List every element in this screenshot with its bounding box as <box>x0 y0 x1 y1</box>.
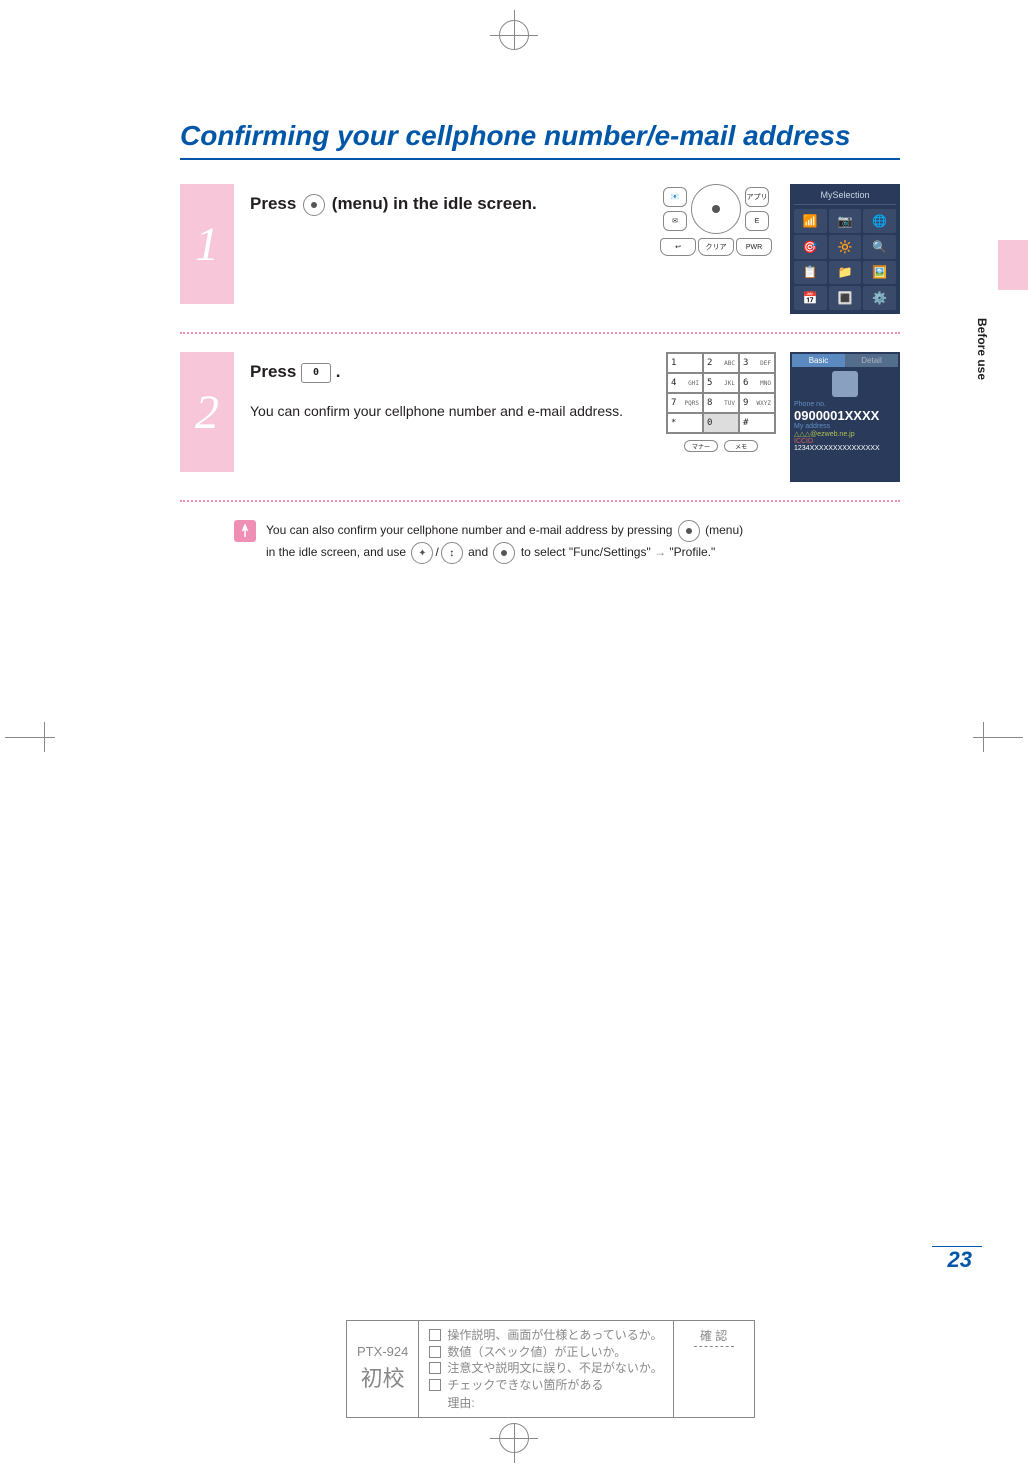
step-1-pre: Press <box>250 194 301 213</box>
proof-code: PTX-924 <box>357 1344 408 1359</box>
nav-updown-icon: ↕ <box>441 542 463 564</box>
arrow-icon: → <box>654 545 666 559</box>
step-2-text: Press 0 . You can confirm your cellphone… <box>250 352 650 422</box>
iccid-label: ICCID <box>792 438 898 445</box>
check-4: チェックできない箇所がある <box>447 1377 603 1394</box>
section-tab-marker <box>998 240 1028 290</box>
key-4: 4GHI <box>667 373 703 393</box>
nav-dial-icon <box>691 184 741 234</box>
tip-line2-pre: in the idle screen, and use <box>266 545 409 559</box>
register-mark-left <box>5 722 55 752</box>
checkbox-icon <box>429 1346 441 1358</box>
tip-line1-post: (menu) <box>705 523 743 537</box>
step-number-2: 2 <box>180 352 234 472</box>
key-star: * <box>667 413 703 433</box>
step-number-1: 1 <box>180 184 234 304</box>
menu-icon: 🌐 <box>863 209 896 233</box>
key-hash: # <box>739 413 775 433</box>
proof-stage: 初校 <box>361 1361 405 1393</box>
step-2-pre: Press <box>250 362 301 381</box>
menu-icon: 🎯 <box>794 235 827 259</box>
menu-icon: 🔍 <box>863 235 896 259</box>
menu-icon: 📶 <box>794 209 827 233</box>
menu-icon: 📋 <box>794 261 827 285</box>
tab-basic: Basic <box>792 354 845 367</box>
myselection-title: MySelection <box>794 188 896 205</box>
keypad-illustration: 1 2ABC 3DEF 4GHI 5JKL 6MNO 7PQRS 8TUV 9W… <box>666 352 776 482</box>
divider <box>180 500 900 502</box>
key-9: 9WXYZ <box>739 393 775 413</box>
checkbox-icon <box>429 1329 441 1341</box>
nav-btn-mid-right: E <box>745 211 769 231</box>
menu-icon: 📷 <box>829 209 862 233</box>
menu-icon: 🖼️ <box>863 261 896 285</box>
tip-icon <box>234 520 256 542</box>
check-1: 操作説明、画面が仕様とあっているか。 <box>447 1327 662 1344</box>
my-address-label: My address <box>792 423 898 430</box>
key-7: 7PQRS <box>667 393 703 413</box>
step-2-body: You can confirm your cellphone number an… <box>250 401 650 422</box>
nav-btn-clear: クリア <box>698 238 734 256</box>
center-key-icon <box>678 520 700 542</box>
tip-line1-pre: You can also confirm your cellphone numb… <box>266 523 676 537</box>
nav-btn-top-right: アプリ <box>745 187 769 207</box>
nav-btn-top-left: 📧 <box>663 187 687 207</box>
manner-button: マナー <box>684 440 718 452</box>
checkbox-icon <box>429 1362 441 1374</box>
key-1: 1 <box>667 353 703 373</box>
myselection-screen: MySelection 📶 📷 🌐 🎯 🔆 🔍 📋 📁 🖼️ 📅 🔳 ⚙️ <box>790 184 900 314</box>
section-tab-label: Before use <box>972 310 992 388</box>
key-8: 8TUV <box>703 393 739 413</box>
check-2: 数値（スペック値）が正しいか。 <box>447 1344 626 1361</box>
tip-note: You can also confirm your cellphone numb… <box>234 520 900 564</box>
tab-detail: Detail <box>845 354 898 367</box>
tip-line2-sel-pre: to select "Func/Settings" <box>521 545 654 559</box>
nav-dial-center <box>712 205 720 213</box>
page-title: Confirming your cellphone number/e-mail … <box>180 120 900 160</box>
menu-icon: ⚙️ <box>863 286 896 310</box>
checkbox-icon <box>429 1379 441 1391</box>
center-key-icon <box>303 194 325 216</box>
menu-icon: 🔳 <box>829 286 862 310</box>
menu-icon: 📅 <box>794 286 827 310</box>
check-3: 注意文や説明文に誤り、不足がないか。 <box>447 1360 662 1377</box>
phone-no-label: Phone no. <box>792 401 898 408</box>
menu-icon: 🔆 <box>829 235 862 259</box>
step-1-post: (menu) in the idle screen. <box>332 194 537 213</box>
nav-btn-power: PWR <box>736 238 772 256</box>
nav-4way-icon <box>411 542 433 564</box>
proofreading-box: PTX-924 初校 操作説明、画面が仕様とあっているか。 数値（スペック値）が… <box>346 1320 755 1418</box>
register-mark-bottom <box>499 1423 529 1453</box>
nav-btn-back: ↩ <box>660 238 696 256</box>
register-mark-top <box>499 20 529 50</box>
step-2-post: . <box>336 362 341 381</box>
key-0: 0 <box>703 413 739 433</box>
tip-line2-mid: and <box>468 545 491 559</box>
avatar-icon <box>832 371 858 397</box>
step-1-text: Press (menu) in the idle screen. <box>250 184 640 217</box>
register-mark-right <box>973 722 1023 752</box>
divider <box>180 332 900 334</box>
key-3: 3DEF <box>739 353 775 373</box>
step-1: 1 Press (menu) in the idle screen. 📧 ✉ <box>180 184 900 314</box>
menu-icon: 📁 <box>829 261 862 285</box>
step-2: 2 Press 0 . You can confirm your cellpho… <box>180 352 900 482</box>
nav-btn-mid-left: ✉ <box>663 211 687 231</box>
confirm-label: 確 認 <box>694 1327 734 1347</box>
my-address-value: △△△@ezweb.ne.jp <box>792 430 898 438</box>
navigation-pad-illustration: 📧 ✉ アプリ E ↩ クリア PWR <box>656 184 776 284</box>
profile-screen: Basic Detail Phone no. 0900001XXXX My ad… <box>790 352 900 482</box>
center-key-icon <box>493 542 515 564</box>
page-number: 23 <box>948 1247 972 1273</box>
key-2: 2ABC <box>703 353 739 373</box>
zero-key-icon: 0 <box>301 363 331 383</box>
memo-button: メモ <box>724 440 758 452</box>
iccid-value: 1234XXXXXXXXXXXXXXX <box>792 445 898 452</box>
key-5: 5JKL <box>703 373 739 393</box>
tip-line2-sel-post: "Profile." <box>669 545 715 559</box>
reason-label: 理由: <box>447 1396 474 1410</box>
phone-no-value: 0900001XXXX <box>792 408 898 423</box>
key-6: 6MNO <box>739 373 775 393</box>
